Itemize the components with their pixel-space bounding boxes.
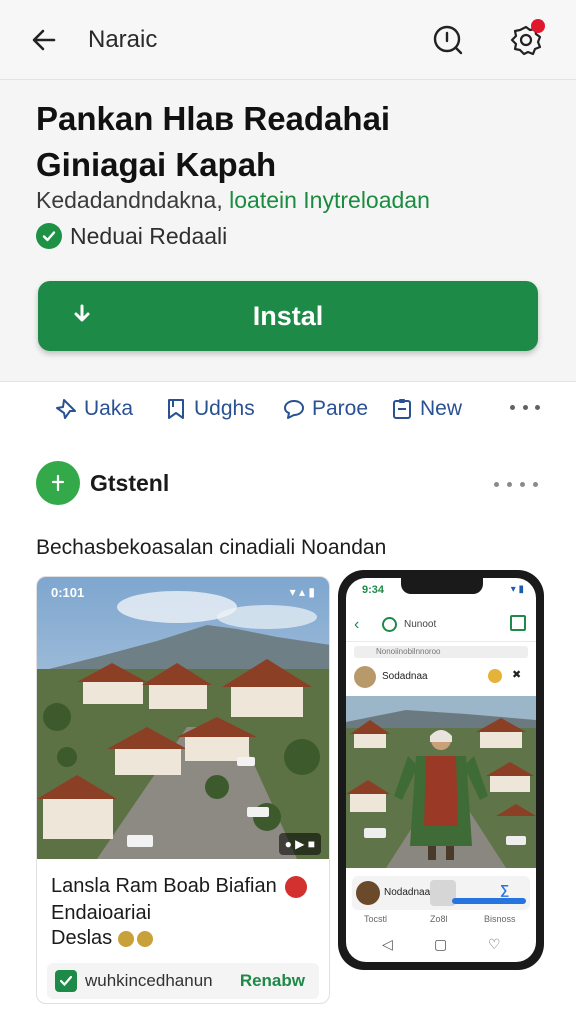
phone-post-name: Sodadnaa [382, 671, 428, 682]
phone-screen: 9:34 ▾ ▮ ‹ Nunoot Nonoiinobilnnoroo Soda… [346, 578, 536, 962]
village-photo [37, 577, 329, 859]
photo-status-icons: ▾ ▴ ▮ [289, 585, 315, 599]
card-title-text: Lansla Ram Boab Biafian [51, 875, 277, 897]
back-arrow-icon[interactable] [28, 24, 60, 56]
phone-app-bar: ‹ Nunoot [346, 608, 536, 642]
action-paroe[interactable]: Parое [282, 394, 368, 424]
action-new[interactable]: New [390, 394, 462, 424]
subtitle-prefix: Kedadandndakna, [36, 187, 230, 213]
section-header: Gtstenl [36, 461, 540, 507]
phone-time: 9:34 [362, 584, 385, 596]
more-options-icon[interactable] [510, 394, 540, 420]
card-meta: Deslas [51, 927, 154, 950]
install-label: Instal [252, 300, 324, 331]
phone-village-photo [346, 696, 536, 868]
check-circle-icon [36, 223, 62, 249]
phone-tab: Tocstl [364, 914, 388, 924]
app-subtitle: Kedadandndakna, loatein Inytreloadan [36, 187, 430, 214]
section-caption: Bechasbekoasalan cinadiali Noandan [36, 536, 387, 559]
chat-bubble-icon [284, 400, 304, 419]
bookmark-icon [168, 399, 184, 419]
phone-post-avatar [354, 666, 376, 688]
phone-tab: Bisnoss [484, 914, 516, 924]
photo-timestamp: 0:101 [51, 585, 85, 600]
app-title-line-1: Pankan Hlaв Readahai [36, 100, 391, 137]
emoji-icon [137, 930, 154, 947]
notification-dot [531, 19, 545, 33]
phone-back-icon: ‹ [354, 616, 360, 633]
phone-tab: Zo8l [430, 914, 448, 924]
phone-bottom-text: Nodadnaa [384, 887, 431, 898]
video-badge[interactable]: ● ▶ ■ [278, 833, 321, 855]
phone-mockup: 9:34 ▾ ▮ ‹ Nunoot Nonoiinobilnnoroo Soda… [338, 570, 544, 970]
phone-nav-home-icon: ▢ [434, 936, 448, 952]
phone-share-icon [510, 615, 526, 631]
phone-ring-icon [382, 617, 397, 632]
app-title-line-2: Giniagai Kapah [36, 146, 277, 183]
action-label: New [420, 397, 463, 420]
phone-progress-bar [452, 898, 526, 904]
search-icon[interactable] [430, 22, 466, 58]
action-udghs[interactable]: Udghs [164, 394, 255, 424]
card-footer: wuhkincedhanun Renabw [47, 963, 319, 999]
card-footer-button[interactable]: Renabw [240, 971, 305, 991]
phone-post-header: Sodadnaa ✖ [352, 664, 530, 690]
section-more-icon[interactable] [494, 479, 538, 489]
phone-grey-label: Nonoiinobilnnoroo [376, 647, 441, 656]
card-meta-text: Deslas [51, 927, 113, 949]
section-avatar-icon[interactable] [36, 461, 80, 505]
top-app-bar: Naraic [0, 0, 576, 80]
card-subtitle: Endaioariai [51, 902, 152, 924]
phone-bottom-icon: ∑ [500, 882, 510, 897]
phone-status-icons: ▾ ▮ [510, 584, 524, 595]
card-title: Lansla Ram Boab Biafian Endaioariai [51, 873, 319, 927]
phone-nav-back-icon: ◁ [382, 936, 393, 952]
phone-post-badge [488, 669, 502, 683]
phone-tabs: Tocstl Zo8l Bisnoss [346, 914, 536, 928]
check-box-icon [55, 970, 77, 992]
action-uaka[interactable]: Uaka [54, 394, 133, 424]
phone-nav-recent-icon: ♡ [488, 936, 501, 952]
action-label: Uaka [84, 397, 134, 420]
install-button[interactable]: Instal [38, 281, 538, 351]
verified-label: Neduai Redaali [70, 222, 228, 249]
download-icon [68, 302, 96, 330]
record-icon [284, 875, 307, 898]
card-footer-text: wuhkincedhanun [85, 971, 213, 990]
action-label: Parое [312, 397, 369, 420]
verified-row: Neduai Redaali [36, 222, 227, 250]
app-title: Pankan Hlaв Readahai Giniagai Kapah [36, 96, 536, 188]
phone-close-icon: ✖ [512, 669, 522, 681]
phone-nav-bar: ◁ ▢ ♡ [346, 930, 536, 962]
action-row: Uaka Udghs Parое New [0, 384, 576, 432]
phone-notch [401, 578, 483, 594]
developer-link[interactable]: loatein Inytreloadan [229, 187, 430, 213]
emoji-icon [118, 930, 135, 947]
clipboard-icon [393, 399, 411, 419]
phone-bar-title: Nunoot [404, 619, 437, 630]
media-card[interactable]: 0:101 ▾ ▴ ▮ ● ▶ ■ Lansla Ram Boab Biafia… [36, 576, 330, 1004]
phone-grey-bar: Nonoiinobilnnoroo [354, 646, 528, 658]
top-bar-title: Naraic [88, 26, 158, 53]
phone-bottom-avatar [356, 881, 380, 905]
phone-bottom-card: Nodadnaa ∑ [352, 876, 530, 910]
section-title: Gtstenl [90, 470, 170, 496]
pin-icon [56, 399, 76, 419]
action-label: Udghs [194, 397, 255, 420]
